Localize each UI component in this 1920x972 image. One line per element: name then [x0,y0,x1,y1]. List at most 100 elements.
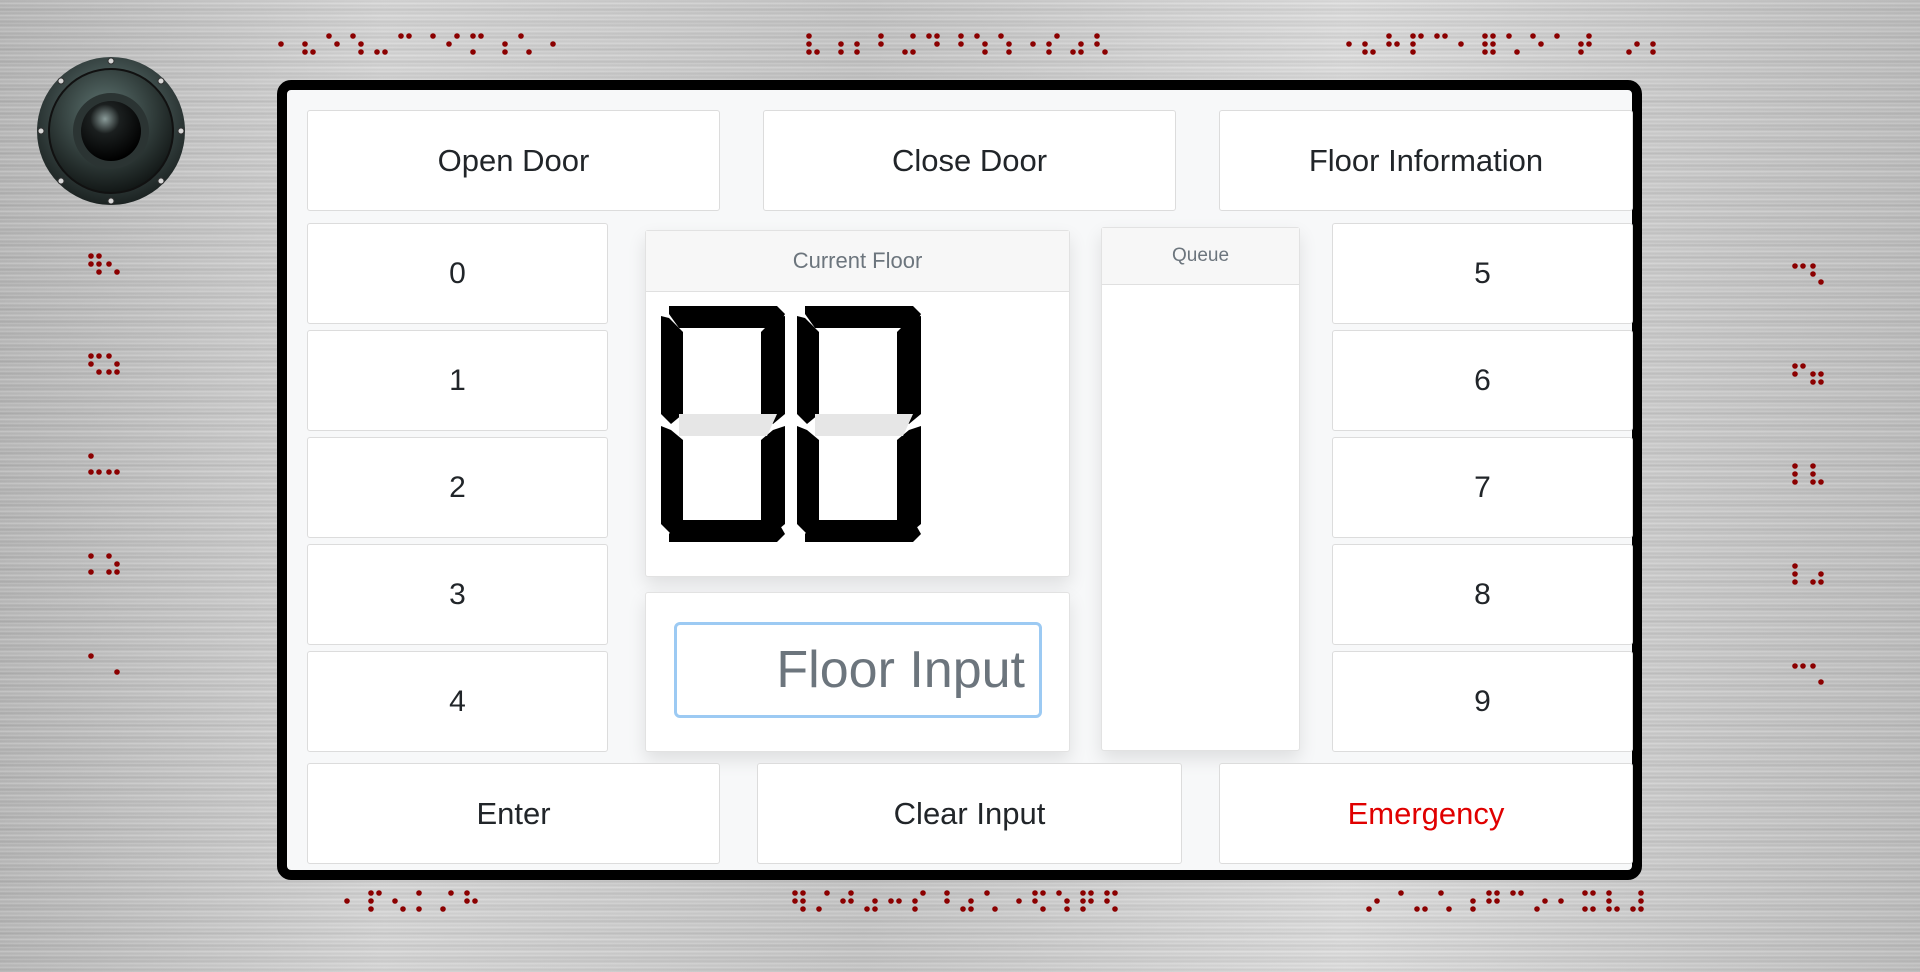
floor-button-5[interactable]: 5 [1332,223,1633,324]
braille-dot [106,569,112,575]
braille-dot [1792,471,1798,477]
emergency-button[interactable]: Emergency [1219,763,1633,864]
braille-dot [1088,898,1094,904]
braille-dot [1818,371,1824,377]
braille-dot [1016,898,1022,904]
floor-button-2[interactable]: 2 [307,437,608,538]
braille-dot [982,49,988,55]
braille-dot [96,353,102,359]
braille-dot [1810,471,1816,477]
braille-dot [1792,371,1798,377]
braille-dot [1638,898,1644,904]
braille-label [344,890,478,912]
braille-dot [984,890,990,896]
braille-dot [1810,371,1816,377]
braille-dot [278,41,284,47]
braille-dot [872,898,878,904]
braille-dot [1032,898,1038,904]
floor-button-3[interactable]: 3 [307,544,608,645]
current-floor-display: Current Floor [645,230,1070,577]
braille-dot [1006,41,1012,47]
braille-dot [1800,263,1806,269]
braille-dot [1510,890,1516,896]
braille-dot [114,369,120,375]
braille-dot [800,898,806,904]
braille-dot [1586,41,1592,47]
queue-list [1102,285,1299,750]
clear-input-button[interactable]: Clear Input [757,763,1182,864]
braille-dot [114,569,120,575]
braille-dot [1494,898,1500,904]
braille-dot [350,33,356,39]
braille-dot [96,269,102,275]
braille-dot [1818,679,1824,685]
braille-dot [934,41,940,47]
braille-dot [1810,463,1816,469]
floor-button-6[interactable]: 6 [1332,330,1633,431]
braille-dot [1630,906,1636,912]
braille-dot [968,906,974,912]
braille-dot [1506,33,1512,39]
braille-dot [1346,41,1352,47]
braille-dot [376,890,382,896]
braille-dot [1626,49,1632,55]
floor-input[interactable] [674,622,1042,718]
braille-dot [368,898,374,904]
braille-dot [1606,906,1612,912]
braille-dot [1040,890,1046,896]
floor-button-7[interactable]: 7 [1332,437,1633,538]
braille-dot [88,253,94,259]
braille-dot [1818,571,1824,577]
floor-information-button[interactable]: Floor Information [1219,110,1633,211]
open-door-button[interactable]: Open Door [307,110,720,211]
braille-dot [1634,41,1640,47]
braille-dot [88,653,94,659]
braille-dot [838,49,844,55]
braille-dot [430,33,436,39]
braille-dot [1078,41,1084,47]
braille-dot [1362,49,1368,55]
braille-dot [816,906,822,912]
segment-g [815,414,913,436]
braille-dot [878,41,884,47]
braille-dot [88,569,94,575]
braille-dot [1494,890,1500,896]
floor-button-1[interactable]: 1 [307,330,608,431]
floor-button-0[interactable]: 0 [307,223,608,324]
braille-dot [1410,33,1416,39]
braille-dot [800,890,806,896]
braille-dot [358,41,364,47]
braille-floor-label [88,253,120,275]
seven-segment-readout [661,306,921,542]
braille-dot [1792,571,1798,577]
floor-button-4[interactable]: 4 [307,651,608,752]
braille-dot [1054,33,1060,39]
close-door-button[interactable]: Close Door [763,110,1176,211]
braille-label [1366,890,1644,912]
braille-dot [106,261,112,267]
floor-button-9[interactable]: 9 [1332,651,1633,752]
braille-dot [344,898,350,904]
braille-floor-label [1792,663,1824,685]
braille-dot [1112,890,1118,896]
braille-dot [792,898,798,904]
floor-button-8[interactable]: 8 [1332,544,1633,645]
braille-label [792,890,1118,912]
enter-button[interactable]: Enter [307,763,720,864]
braille-dot [1070,49,1076,55]
braille-dot [416,906,422,912]
braille-dot [1534,906,1540,912]
braille-dot [926,33,932,39]
braille-dot [96,469,102,475]
braille-dot [310,49,316,55]
braille-dot [114,561,120,567]
braille-dot [96,369,102,375]
segment-e [797,426,819,534]
braille-dot [440,906,446,912]
braille-dot [1638,890,1644,896]
braille-dot [800,906,806,912]
braille-dot [1446,906,1452,912]
braille-dot [1080,898,1086,904]
braille-dot [114,269,120,275]
braille-dot [1792,479,1798,485]
